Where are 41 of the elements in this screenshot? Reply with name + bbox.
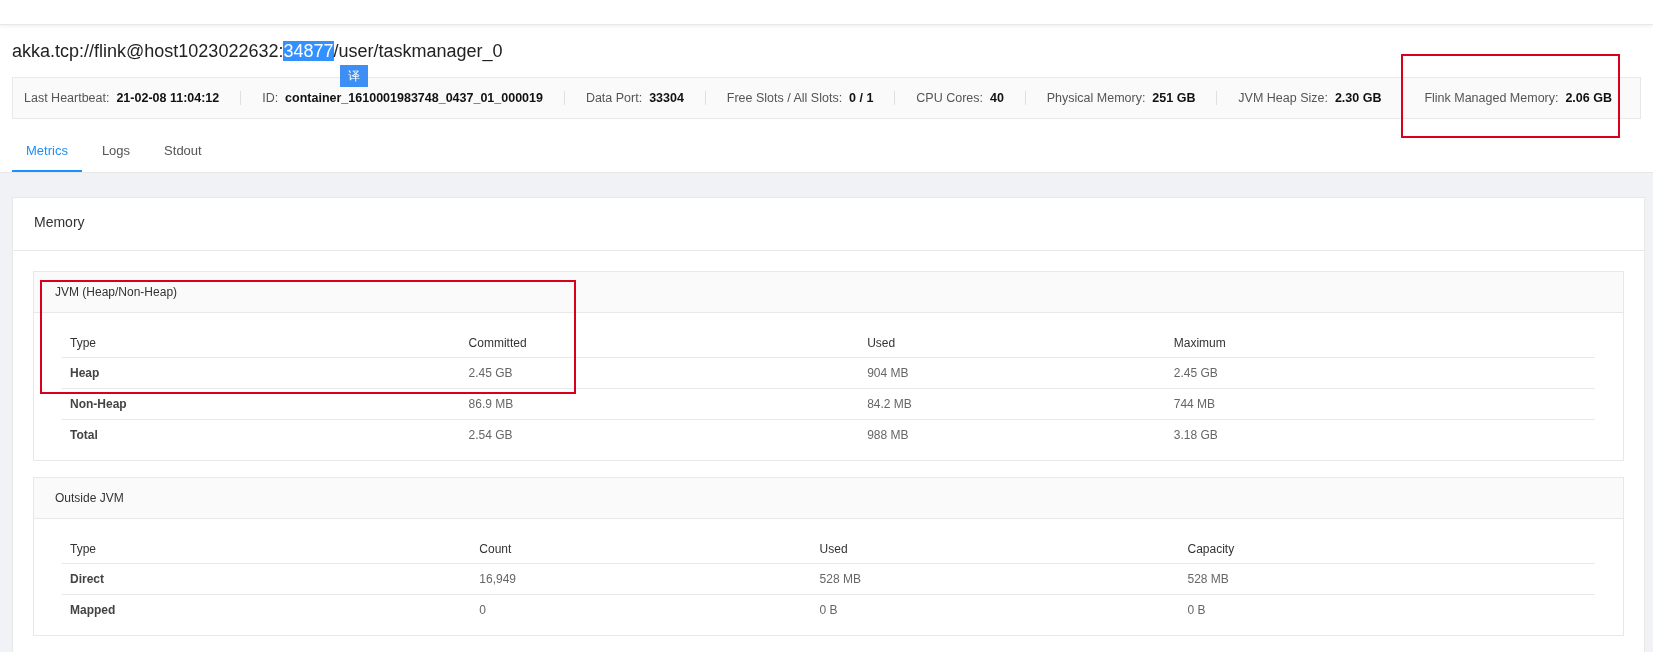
table-cell: 528 MB bbox=[1179, 563, 1595, 595]
info-item: JVM Heap Size: 2.30 GB bbox=[1238, 91, 1382, 105]
table-cell: 0 B bbox=[811, 594, 1180, 625]
tab[interactable]: Stdout bbox=[150, 133, 216, 172]
section-title: Outside JVM bbox=[34, 478, 1623, 519]
card-title: Memory bbox=[13, 198, 1644, 251]
table-cell: Heap bbox=[62, 357, 461, 389]
column-header: Committed bbox=[460, 329, 860, 358]
info-item: Free Slots / All Slots: 0 / 1 bbox=[726, 91, 874, 105]
table-cell: 2.54 GB bbox=[460, 419, 860, 450]
column-header: Capacity bbox=[1179, 535, 1595, 564]
column-header: Used bbox=[859, 329, 1166, 358]
table-cell: 84.2 MB bbox=[859, 388, 1166, 420]
table-cell: 2.45 GB bbox=[460, 357, 860, 389]
table-cell: 86.9 MB bbox=[460, 388, 860, 420]
column-header: Type bbox=[62, 329, 461, 358]
info-item: CPU Cores: 40 bbox=[916, 91, 1004, 105]
info-item: Physical Memory: 251 GB bbox=[1046, 91, 1196, 105]
table-cell: Direct bbox=[62, 563, 472, 595]
column-header: Maximum bbox=[1165, 329, 1595, 358]
table-cell: 988 MB bbox=[859, 419, 1166, 450]
info-item: Data Port: 33304 bbox=[585, 91, 684, 105]
table-cell: 0 B bbox=[1179, 594, 1595, 625]
table-cell: 904 MB bbox=[859, 357, 1166, 389]
info-item: ID: container_1610001983748_0437_01_000019 bbox=[262, 91, 543, 105]
section-title: JVM (Heap/Non-Heap) bbox=[34, 272, 1623, 313]
table-cell: Mapped bbox=[62, 594, 472, 625]
info-item: Last Heartbeat: 21-02-08 11:04:12 bbox=[24, 91, 220, 105]
info-item: Flink Managed Memory: 2.06 GB bbox=[1424, 91, 1612, 105]
table-cell: 744 MB bbox=[1165, 388, 1595, 420]
table-cell: 3.18 GB bbox=[1165, 419, 1595, 450]
column-header: Type bbox=[62, 535, 472, 564]
table-cell: 528 MB bbox=[811, 563, 1180, 595]
table-cell: 16,949 bbox=[471, 563, 812, 595]
tab[interactable]: Logs bbox=[87, 133, 145, 172]
table-cell: Total bbox=[62, 419, 461, 450]
table-cell: 0 bbox=[471, 594, 812, 625]
column-header: Used bbox=[811, 535, 1180, 564]
table-cell: 2.45 GB bbox=[1165, 357, 1595, 389]
column-header: Count bbox=[471, 535, 812, 564]
table-cell: Non-Heap bbox=[62, 388, 461, 420]
